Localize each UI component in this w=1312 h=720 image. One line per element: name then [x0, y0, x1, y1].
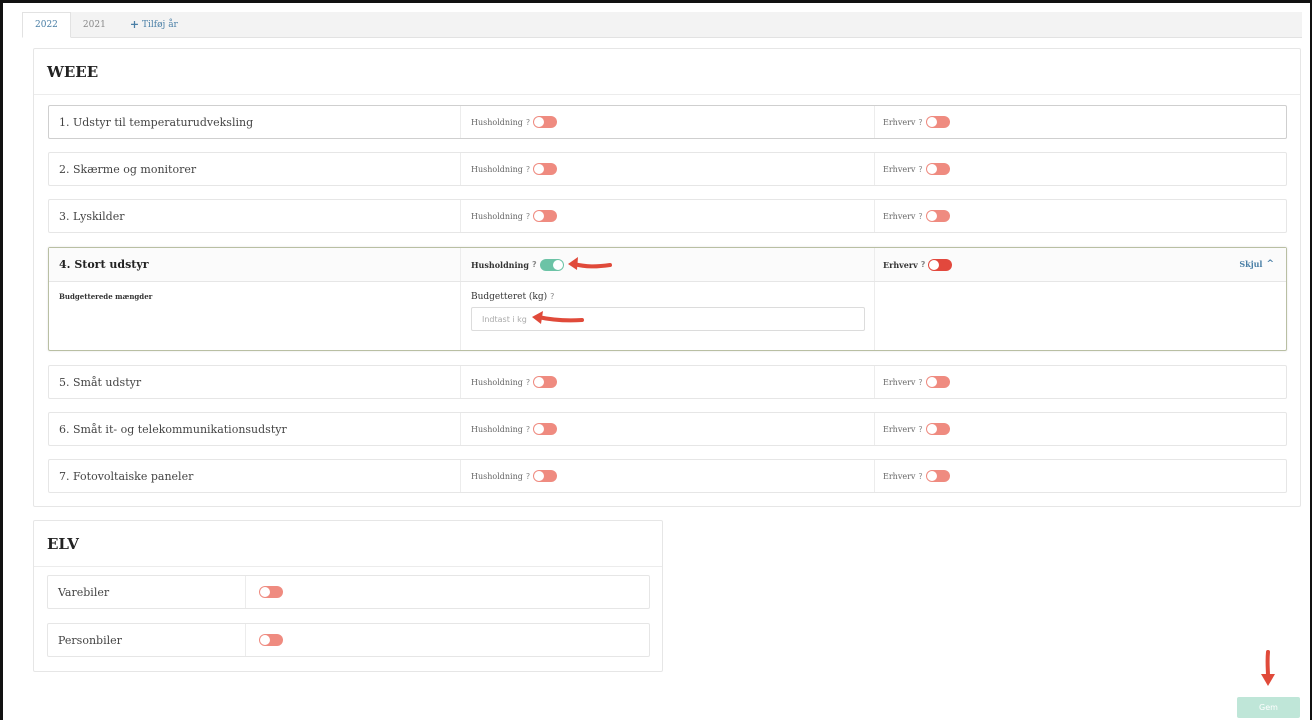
business-label: Erhverv: [883, 424, 916, 434]
weee-card: WEEE 1. Udstyr til temperaturudveksling …: [33, 48, 1301, 507]
window-frame-left: [0, 0, 3, 720]
business-label: Erhverv: [883, 164, 916, 174]
elv-row-personbiler: Personbiler: [47, 623, 650, 657]
household-label: Husholdning: [471, 259, 529, 270]
help-icon[interactable]: ?: [921, 260, 926, 269]
business-label: Erhverv: [883, 377, 916, 387]
window-frame-top: [0, 0, 1312, 3]
household-toggle[interactable]: [533, 470, 558, 482]
business-toggle[interactable]: [925, 163, 950, 175]
elv-card: ELV Varebiler Personbiler: [33, 520, 663, 672]
household-label: Husholdning: [471, 424, 523, 434]
business-toggle[interactable]: [925, 210, 950, 222]
household-label: Husholdning: [471, 377, 523, 387]
household-label: Husholdning: [471, 164, 523, 174]
personbiler-toggle[interactable]: [259, 634, 283, 646]
help-icon[interactable]: ?: [526, 118, 530, 127]
annotation-arrow-down-icon: [1261, 650, 1275, 686]
household-toggle[interactable]: [533, 423, 558, 435]
row-name: 3. Lyskilder: [49, 200, 461, 232]
business-label: Erhverv: [883, 471, 916, 481]
annotation-arrow-left-icon: [532, 311, 584, 324]
save-button[interactable]: Gem: [1237, 697, 1300, 718]
row-name: 7. Fotovoltaiske paneler: [49, 460, 461, 492]
row-name: 4. Stort udstyr: [49, 248, 461, 281]
help-icon[interactable]: ?: [918, 212, 922, 221]
help-icon[interactable]: ?: [918, 425, 922, 434]
business-toggle[interactable]: [928, 258, 953, 271]
weee-row-7: 7. Fotovoltaiske paneler Husholdning? Er…: [48, 459, 1287, 493]
weee-row-5: 5. Småt udstyr Husholdning? Erhverv?: [48, 365, 1287, 399]
business-toggle[interactable]: [925, 376, 950, 388]
annotation-arrow-left-icon: [568, 257, 612, 270]
business-toggle[interactable]: [925, 423, 950, 435]
plus-icon: +: [129, 18, 140, 31]
row-name: Personbiler: [48, 624, 246, 656]
varebiler-toggle[interactable]: [259, 586, 283, 598]
household-toggle[interactable]: [533, 163, 558, 175]
household-label: Husholdning: [471, 471, 523, 481]
elv-title: ELV: [34, 521, 662, 567]
chevron-up-icon: ^: [1266, 259, 1274, 269]
tab-2022[interactable]: 2022: [22, 12, 71, 38]
elv-row-varebiler: Varebiler: [47, 575, 650, 609]
weee-row-3: 3. Lyskilder Husholdning? Erhverv?: [48, 199, 1287, 233]
business-toggle[interactable]: [925, 116, 950, 128]
row-name: Varebiler: [48, 576, 246, 608]
business-label: Erhverv: [883, 117, 916, 127]
business-toggle[interactable]: [925, 470, 950, 482]
household-toggle[interactable]: [533, 376, 558, 388]
help-icon[interactable]: ?: [532, 260, 537, 269]
help-icon[interactable]: ?: [526, 165, 530, 174]
household-toggle[interactable]: [533, 210, 558, 222]
hide-button[interactable]: Skjul ^: [1239, 259, 1274, 269]
weee-row-4-expanded: 4. Stort udstyr Husholdning? Erhverv? Sk…: [48, 247, 1287, 351]
tab-2021[interactable]: 2021: [71, 12, 118, 37]
household-label: Husholdning: [471, 117, 523, 127]
budget-field-label: Budgetteret (kg): [471, 292, 548, 302]
weee-title: WEEE: [34, 49, 1300, 95]
business-label: Erhverv: [883, 259, 918, 270]
row-name: 5. Småt udstyr: [49, 366, 461, 398]
help-icon[interactable]: ?: [918, 118, 922, 127]
row-name: 1. Udstyr til temperaturudveksling: [49, 106, 461, 138]
row-name: 2. Skærme og monitorer: [49, 153, 461, 185]
row-name: 6. Småt it- og telekommunikationsudstyr: [49, 413, 461, 445]
business-label: Erhverv: [883, 211, 916, 221]
help-icon[interactable]: ?: [918, 165, 922, 174]
add-year-label: Tilføj år: [142, 19, 178, 30]
help-icon[interactable]: ?: [526, 378, 530, 387]
year-tabs: 2022 2021 + Tilføj år: [22, 12, 1302, 38]
household-label: Husholdning: [471, 211, 523, 221]
help-icon[interactable]: ?: [526, 425, 530, 434]
household-toggle[interactable]: [533, 116, 558, 128]
help-icon[interactable]: ?: [918, 472, 922, 481]
weee-row-6: 6. Småt it- og telekommunikationsudstyr …: [48, 412, 1287, 446]
budget-section-label: Budgetterede mængder: [49, 282, 461, 350]
weee-row-1: 1. Udstyr til temperaturudveksling Husho…: [48, 105, 1287, 139]
household-toggle[interactable]: [539, 258, 564, 271]
weee-row-2: 2. Skærme og monitorer Husholdning? Erhv…: [48, 152, 1287, 186]
hide-label: Skjul: [1239, 259, 1263, 269]
add-year-button[interactable]: + Tilføj år: [118, 12, 190, 37]
help-icon[interactable]: ?: [550, 292, 554, 301]
help-icon[interactable]: ?: [918, 378, 922, 387]
help-icon[interactable]: ?: [526, 212, 530, 221]
help-icon[interactable]: ?: [526, 472, 530, 481]
